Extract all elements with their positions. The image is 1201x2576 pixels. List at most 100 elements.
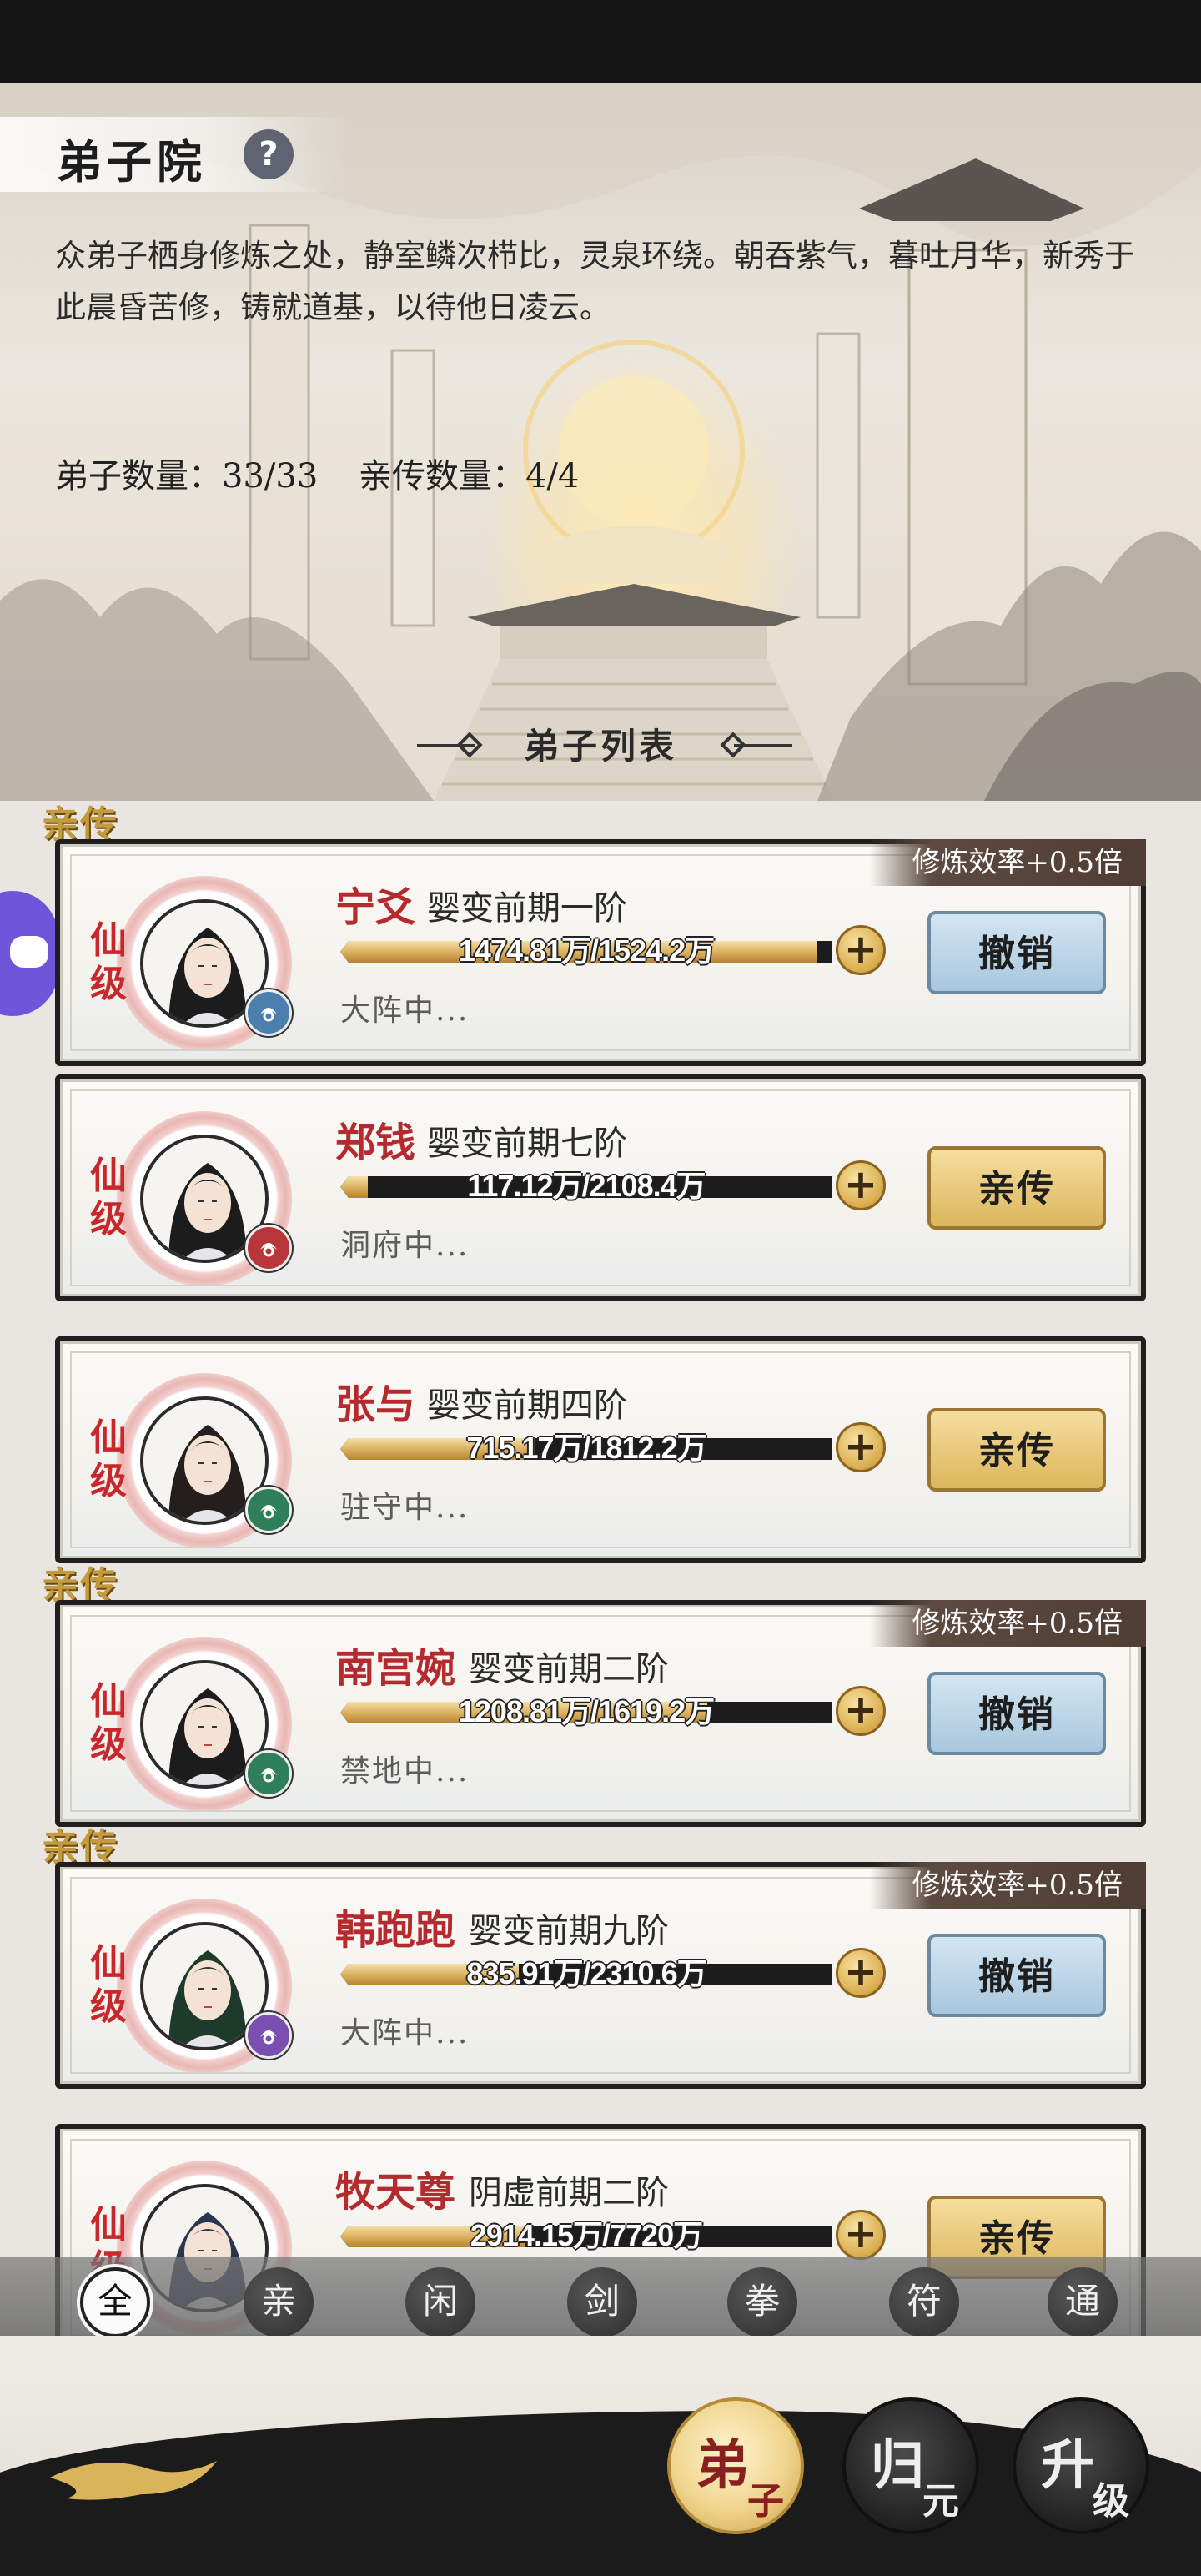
revoke-button[interactable]: 撤销 [927,1672,1106,1755]
nav-button-2[interactable]: 升级 [1013,2397,1149,2534]
game-float-button[interactable] [0,891,58,1016]
wind-sect-icon [245,1487,292,1533]
add-cultivation-button[interactable]: + [836,1686,886,1736]
appoint-direct-button[interactable]: 亲传 [927,1408,1106,1492]
avatar [140,899,269,1028]
filter-tab-1[interactable]: 亲 [244,2267,314,2337]
avatar [140,1396,269,1525]
disciple-name: 郑钱 [335,1119,416,1166]
disciple-realm: 阴虚前期二阶 [469,2174,669,2212]
disciple-realm: 婴变前期二阶 [469,1650,669,1688]
filter-tab-3[interactable]: 剑 [567,2267,637,2337]
cultivation-progress-fill [340,1702,708,1723]
efficiency-badge: 修炼效率+0.5倍 [870,1600,1146,1647]
disciple-card[interactable]: 修炼效率+0.5倍 仙级 宁爻 婴变前期一阶 1474.81万/1524.2万 + 大阵… [55,839,1146,1066]
cultivation-progress-text: 2914.15万/7720万 [470,2218,703,2252]
cultivation-progress-bar [340,2226,832,2247]
filter-tab-2[interactable]: 闲 [405,2267,475,2337]
nav-button-sub-char: 子 [747,2480,784,2523]
ornament-diamond-left [456,732,483,758]
cultivation-progress-text: 715.17万/1812.2万 [466,1431,706,1465]
status-bar [0,0,1201,83]
ornament-right [734,744,792,747]
grade-label: 仙级 [90,1416,127,1502]
page-description: 众弟子栖身修炼之处，静室鳞次栉比，灵泉环绕。朝吞紫气，暮吐月华，新秀于此晨昏苦修… [55,238,1135,325]
grade-label: 仙级 [90,1155,127,1240]
cultivation-progress-fill [340,1176,369,1198]
fist-sect-icon [245,1225,292,1271]
portrait-frame[interactable] [117,1899,292,2074]
nav-button-main-char: 升 [1041,2434,1094,2497]
portrait-frame[interactable] [117,1373,292,1548]
add-cultivation-button[interactable]: + [836,2210,886,2260]
stats-row: 弟子数量：33/33 亲传数量：4/4 [55,449,609,497]
filter-tab-6[interactable]: 通 [1048,2267,1118,2337]
cultivation-progress-text: 835.91万/2310.6万 [466,1956,706,1990]
disciple-name: 韩跑跑 [335,1907,456,1954]
filter-tab-0[interactable]: 全 [80,2267,150,2337]
nav-button-0[interactable]: 弟子 [667,2397,804,2534]
disciple-status: 禁地中... [340,1754,470,1789]
add-cultivation-button[interactable]: + [836,1160,886,1210]
disciple-name: 南宫婉 [335,1645,456,1692]
disciple-status: 大阵中... [340,994,470,1028]
disciple-realm: 婴变前期一阶 [427,889,627,928]
cultivation-progress-fill [340,2226,526,2247]
direct-count: 亲传数量：4/4 [359,457,580,496]
efficiency-badge: 修炼效率+0.5倍 [870,839,1146,886]
nav-button-1[interactable]: 归元 [842,2397,979,2534]
gold-swoosh-icon [50,2461,217,2500]
portrait-frame[interactable] [117,876,292,1051]
list-header: 弟子列表 [0,717,1201,776]
disciple-realm: 婴变前期九阶 [469,1912,669,1950]
disciple-name: 宁爻 [335,884,416,931]
disciple-realm: 婴变前期七阶 [427,1124,627,1163]
filter-tab-5[interactable]: 符 [889,2267,959,2337]
cultivation-progress-bar [340,1702,832,1723]
disciple-status: 驻守中... [340,1491,470,1525]
disciple-realm: 婴变前期四阶 [427,1386,627,1425]
bottom-nav: 弟子归元升级 [0,2336,1201,2576]
cultivation-progress-bar [340,1176,832,1198]
cultivation-progress-text: 1474.81万/1524.2万 [458,933,715,968]
add-cultivation-button[interactable]: + [836,1422,886,1472]
page-title: 弟子院 [57,135,207,189]
disciple-card[interactable]: 仙级 张与 婴变前期四阶 715.17万/1812.2万 + 驻守中... 亲传 [55,1336,1146,1563]
disciple-status: 洞府中... [340,1229,470,1263]
efficiency-badge: 修炼效率+0.5倍 [870,1862,1146,1909]
appoint-direct-button[interactable]: 亲传 [927,1146,1106,1230]
cultivation-progress-fill [340,1964,519,1985]
portrait-frame[interactable] [117,1111,292,1286]
gamepad-icon [10,936,48,968]
cultivation-progress-bar [340,941,832,963]
avatar [140,1135,269,1263]
grade-label: 仙级 [90,1680,127,1766]
nav-button-sub-char: 级 [1093,2480,1129,2523]
spiral-sect-icon [245,2012,292,2059]
sword-sect-icon [245,989,292,1036]
disciple-card[interactable]: 修炼效率+0.5倍 仙级 韩跑跑 婴变前期九阶 835.91万/2310.6万 + 大阵… [55,1862,1146,2089]
disciple-name: 张与 [335,1381,416,1428]
filter-bar: 全亲闲剑拳符通 [0,2257,1201,2337]
disciple-name: 牧天尊 [335,2169,456,2216]
revoke-button[interactable]: 撤销 [927,1934,1106,2017]
cultivation-progress-text: 1208.81万/1619.2万 [458,1694,715,1728]
disciple-card[interactable]: 仙级 郑钱 婴变前期七阶 117.12万/2108.4万 + 洞府中... 亲传 [55,1074,1146,1301]
avatar [140,1922,269,2050]
cultivation-progress-text: 117.12万/2108.4万 [467,1169,706,1203]
cultivation-progress-fill [340,941,817,963]
disciple-count: 弟子数量：33/33 [55,457,319,496]
list-title: 弟子列表 [523,726,677,767]
filter-tab-4[interactable]: 拳 [727,2267,797,2337]
revoke-button[interactable]: 撤销 [927,911,1106,994]
nav-button-main-char: 归 [871,2434,924,2497]
grade-label: 仙级 [90,919,127,1005]
nav-button-main-char: 弟 [696,2434,749,2497]
disciple-card[interactable]: 修炼效率+0.5倍 仙级 南宫婉 婴变前期二阶 1208.81万/1619.2万 + 禁… [55,1600,1146,1827]
portrait-frame[interactable] [117,1637,292,1812]
add-cultivation-button[interactable]: + [836,1948,886,1998]
add-cultivation-button[interactable]: + [836,925,886,975]
help-icon[interactable]: ? [244,129,294,179]
disciple-status: 大阵中... [340,2016,470,2050]
nav-button-sub-char: 元 [922,2480,959,2523]
